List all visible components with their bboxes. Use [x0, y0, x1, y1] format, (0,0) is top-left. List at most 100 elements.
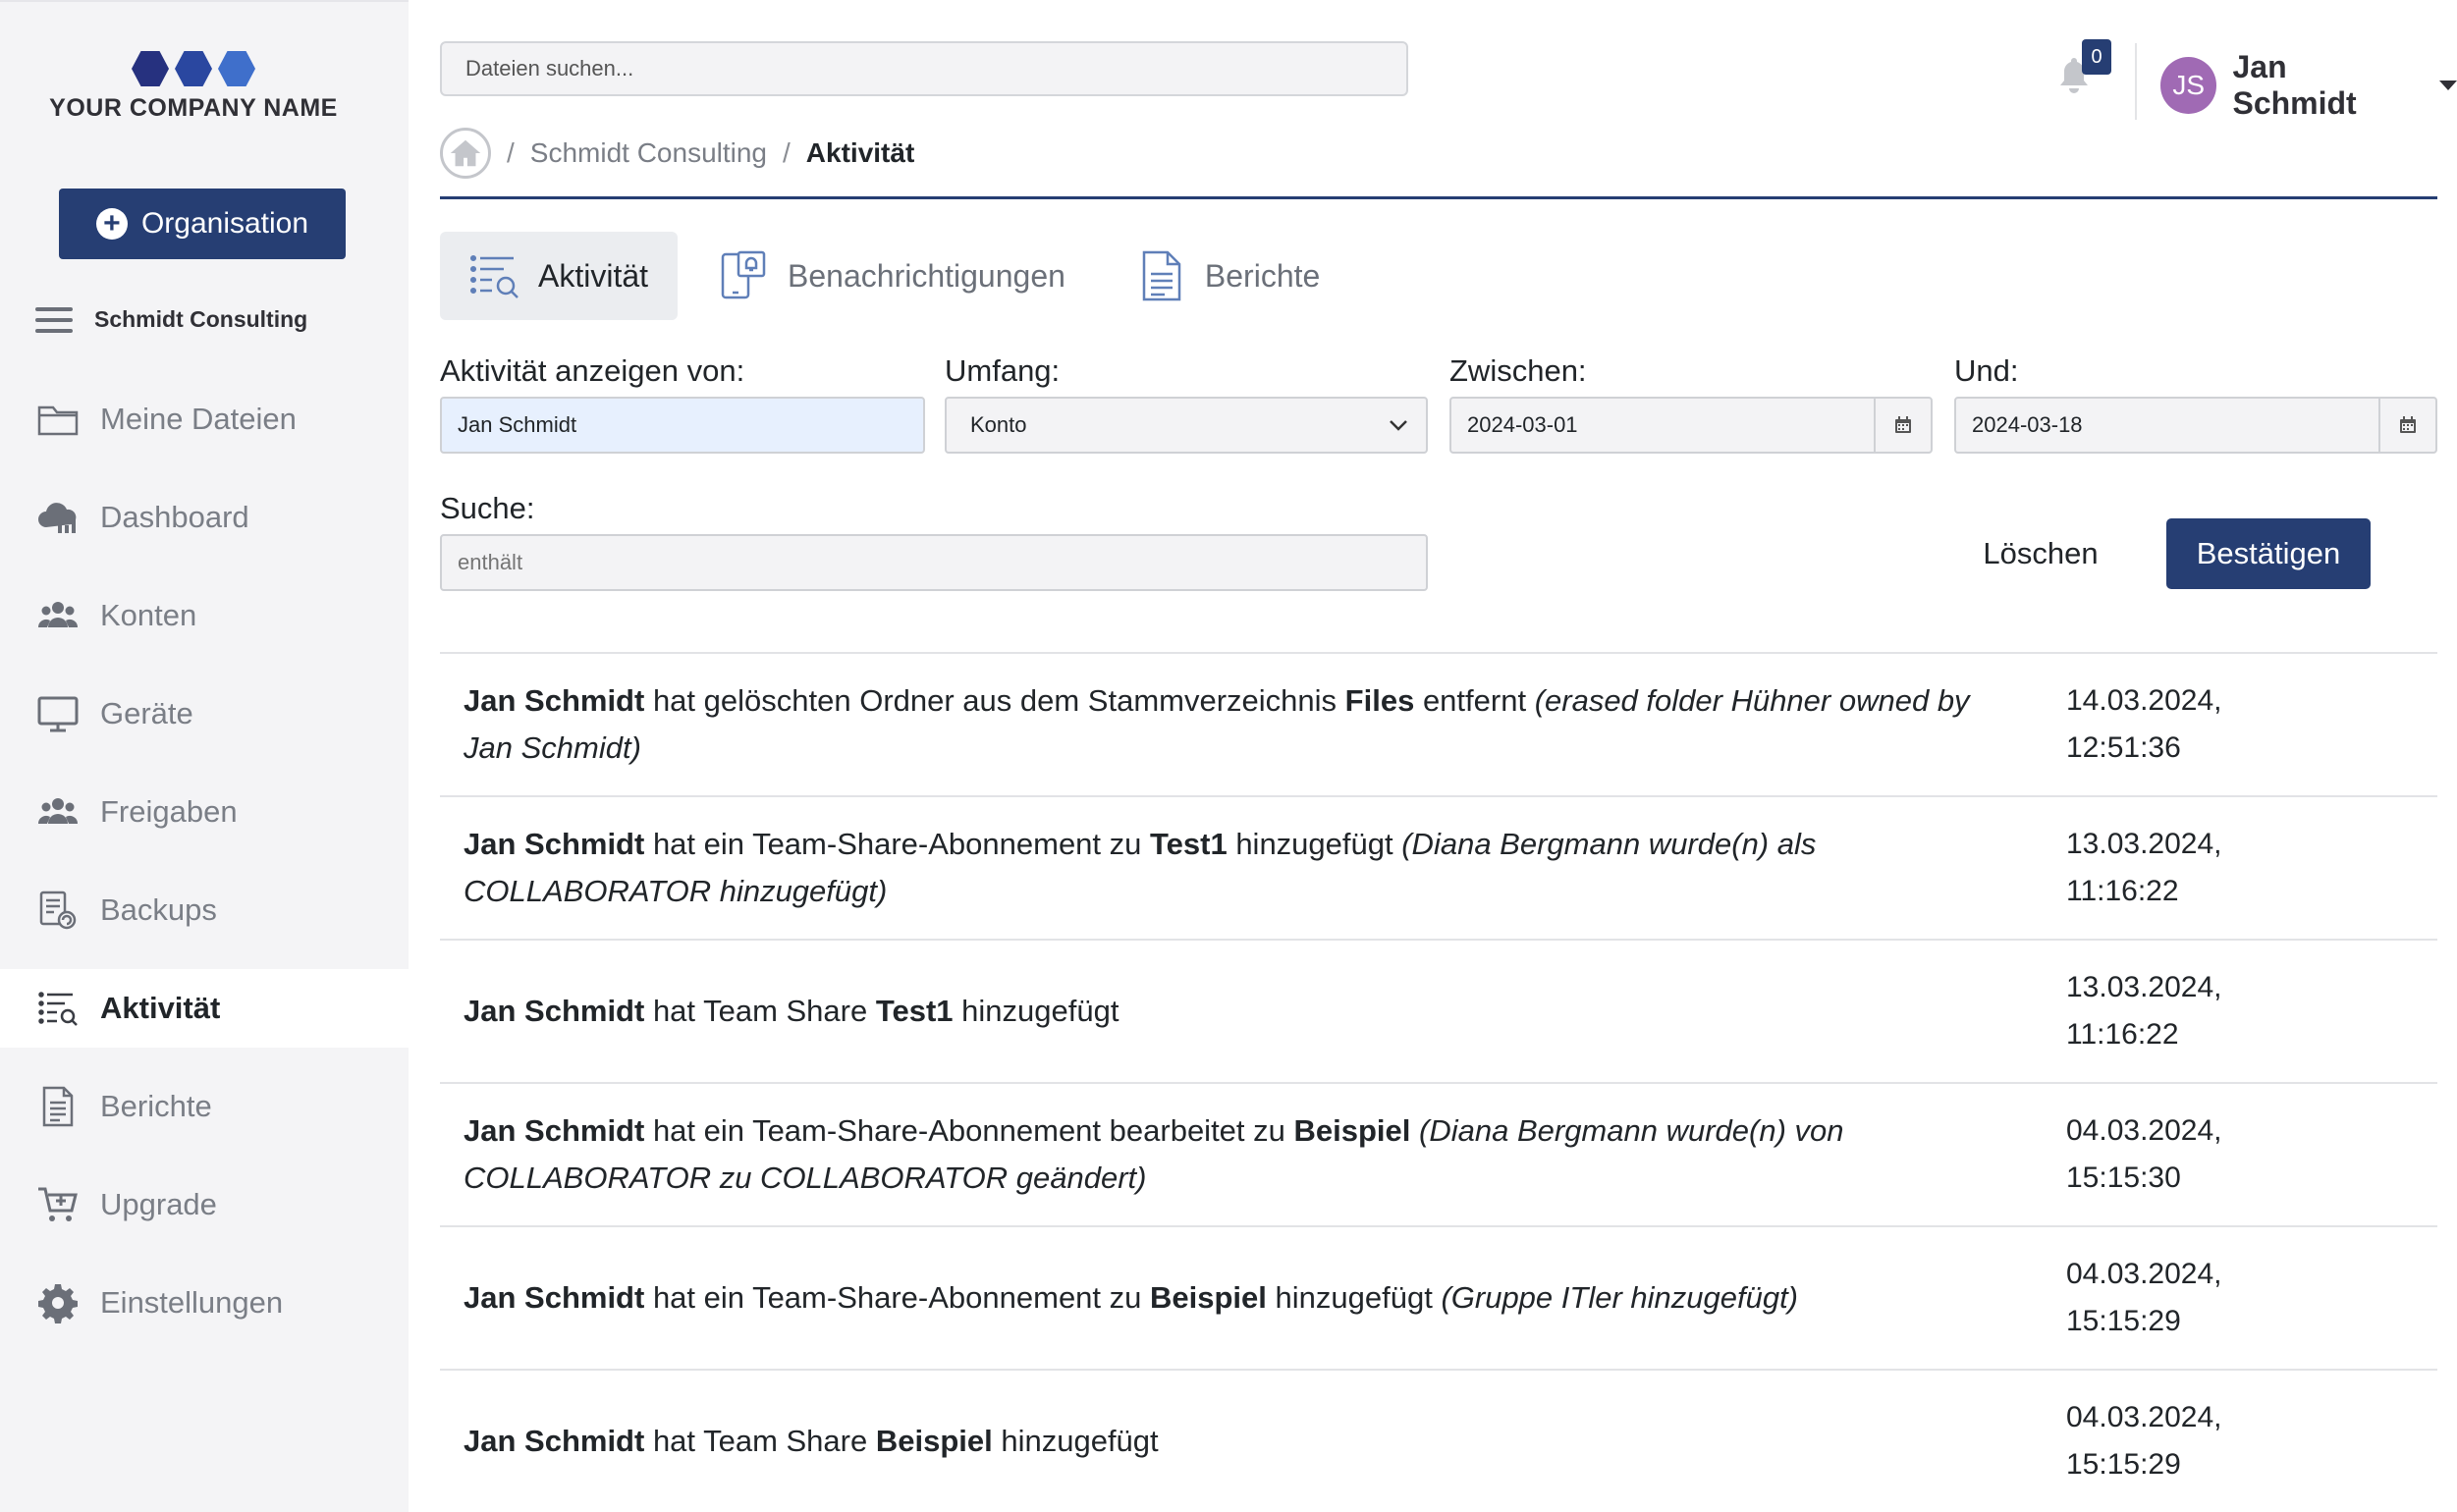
sidebar: YOUR COMPANY NAME + Organisation Schmidt… [0, 0, 409, 1512]
sidebar-item-geraete[interactable]: Geräte [0, 675, 409, 753]
tab-aktivitaet[interactable]: Aktivität [440, 232, 679, 320]
sidebar-item-einstellungen[interactable]: Einstellungen [0, 1264, 409, 1342]
sidebar-item-label: Berichte [100, 1089, 212, 1123]
sidebar-item-label: Upgrade [100, 1187, 217, 1221]
end-date-input[interactable] [1956, 399, 2378, 452]
activity-subject: Jan Schmidt [464, 683, 645, 718]
activity-date: 14.03.2024, [2066, 684, 2222, 717]
activity-timestamp: 04.03.2024, 15:15:29 [2066, 1394, 2263, 1488]
breadcrumb-separator: / [507, 137, 515, 168]
tenant-switcher[interactable]: Schmidt Consulting [35, 306, 307, 333]
activity-text: entfernt [1414, 683, 1535, 718]
tab-label: Benachrichtigungen [788, 257, 1065, 294]
sidebar-item-aktivitaet[interactable]: Aktivität [0, 969, 409, 1048]
organisation-button[interactable]: + Organisation [59, 189, 346, 259]
show-from-input[interactable] [440, 397, 925, 454]
activity-text: hinzugefügt [1266, 1280, 1442, 1315]
home-icon[interactable] [440, 128, 491, 179]
tab-label: Aktivität [538, 257, 649, 294]
end-date-field [1954, 397, 2437, 454]
activity-subject: Jan Schmidt [464, 1280, 645, 1315]
sidebar-item-label: Einstellungen [100, 1285, 284, 1320]
and-label: Und: [1954, 353, 2019, 388]
activity-time: 11:16:22 [2066, 1018, 2179, 1051]
cart-plus-icon [35, 1182, 81, 1227]
breadcrumb-underline [440, 196, 2437, 199]
show-from-label: Aktivität anzeigen von: [440, 353, 745, 388]
activity-message: Jan Schmidt hat Team Share Test1 hinzuge… [440, 988, 2037, 1035]
activity-subject: Files [1344, 683, 1415, 718]
company-logo[interactable]: YOUR COMPANY NAME [43, 51, 344, 123]
breadcrumb-separator: / [783, 137, 791, 168]
tab-benachrichtigungen[interactable]: Benachrichtigungen [689, 232, 1095, 320]
activity-message: Jan Schmidt hat gelöschten Ordner aus de… [440, 677, 2037, 772]
start-date-field [1449, 397, 1933, 454]
sidebar-item-label: Backups [100, 892, 217, 927]
share-users-icon [35, 789, 81, 835]
activity-subject: Beispiel [1293, 1113, 1411, 1148]
report-icon [1142, 250, 1181, 301]
start-date-input[interactable] [1451, 399, 1874, 452]
sidebar-nav: Meine Dateien Dashboard Konten Geräte Fr… [0, 380, 409, 1362]
activity-detail: (Gruppe ITler hinzugefügt) [1441, 1280, 1799, 1315]
sidebar-item-backups[interactable]: Backups [0, 871, 409, 949]
user-menu[interactable]: JS Jan Schmidt [2160, 49, 2457, 122]
report-icon [35, 1084, 81, 1129]
activity-text: hinzugefügt [1227, 827, 1402, 861]
activity-time: 15:15:30 [2066, 1161, 2181, 1194]
activity-text: hat Team Share [644, 994, 876, 1028]
notification-count-badge: 0 [2082, 39, 2111, 75]
activity-subject: Jan Schmidt [464, 827, 645, 861]
activity-subject: Beispiel [875, 1424, 993, 1458]
sidebar-item-meine-dateien[interactable]: Meine Dateien [0, 380, 409, 459]
file-search-input[interactable] [440, 41, 1408, 96]
sidebar-item-konten[interactable]: Konten [0, 576, 409, 655]
sidebar-item-upgrade[interactable]: Upgrade [0, 1165, 409, 1244]
activity-subject: Test1 [1150, 827, 1228, 861]
tenant-name: Schmidt Consulting [94, 306, 308, 332]
gear-icon [35, 1280, 81, 1325]
sidebar-item-label: Meine Dateien [100, 402, 297, 436]
logo-hexagons [43, 51, 344, 86]
confirm-button[interactable]: Bestätigen [2166, 518, 2371, 589]
sidebar-item-dashboard[interactable]: Dashboard [0, 478, 409, 557]
activity-message: Jan Schmidt hat ein Team-Share-Abonnemen… [440, 1107, 2037, 1202]
activity-timestamp: 13.03.2024, 11:16:22 [2066, 964, 2263, 1058]
activity-date: 04.03.2024, [2066, 1258, 2222, 1290]
tab-berichte[interactable]: Berichte [1107, 232, 1349, 320]
between-label: Zwischen: [1449, 353, 1587, 388]
activity-text: hat ein Team-Share-Abonnement bearbeitet… [644, 1113, 1294, 1148]
users-icon [35, 593, 81, 638]
activity-text: hinzugefügt [992, 1424, 1159, 1458]
chevron-down-icon [1390, 420, 1407, 431]
user-name: Jan Schmidt [2232, 49, 2357, 121]
activity-text: hat ein Team-Share-Abonnement zu [644, 1280, 1151, 1315]
activity-row: Jan Schmidt hat ein Team-Share-Abonnemen… [440, 1225, 2437, 1369]
activity-timestamp: 14.03.2024, 12:51:36 [2066, 677, 2263, 772]
activity-date: 04.03.2024, [2066, 1114, 2222, 1147]
activity-text: hinzugefügt [953, 994, 1119, 1028]
organisation-button-label: Organisation [140, 207, 309, 240]
logo-hex-2 [175, 51, 212, 86]
sidebar-item-label: Konten [100, 598, 197, 632]
activity-subject: Beispiel [1150, 1280, 1267, 1315]
calendar-icon[interactable] [1874, 399, 1931, 452]
chevron-down-icon [2439, 81, 2457, 90]
phone-notification-icon [721, 250, 766, 299]
backup-icon [35, 888, 81, 933]
sidebar-item-freigaben[interactable]: Freigaben [0, 773, 409, 851]
sidebar-item-label: Aktivität [100, 991, 221, 1025]
scope-select[interactable]: Konto [945, 397, 1428, 454]
sidebar-item-label: Geräte [100, 696, 193, 730]
clear-button[interactable]: Löschen [1974, 522, 2107, 585]
calendar-icon[interactable] [2378, 399, 2435, 452]
tab-label: Berichte [1204, 257, 1321, 294]
breadcrumb-tenant-link[interactable]: Schmidt Consulting [530, 137, 767, 169]
activity-search-input[interactable] [440, 534, 1428, 591]
activity-subject: Jan Schmidt [464, 1113, 645, 1148]
activity-row: Jan Schmidt hat Team Share Beispiel hinz… [440, 1369, 2437, 1512]
activity-time: 15:15:29 [2066, 1305, 2181, 1337]
activity-row: Jan Schmidt hat ein Team-Share-Abonnemen… [440, 795, 2437, 939]
sidebar-item-berichte[interactable]: Berichte [0, 1067, 409, 1146]
search-label: Suche: [440, 491, 535, 525]
